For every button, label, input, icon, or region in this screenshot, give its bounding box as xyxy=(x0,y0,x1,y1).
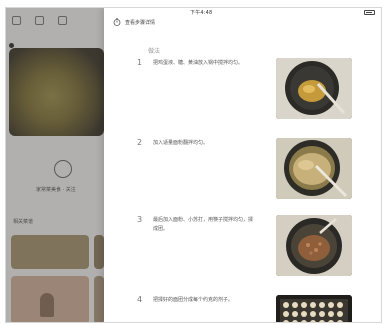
dim-overlay[interactable] xyxy=(6,8,104,322)
step-number: 3 xyxy=(137,215,143,224)
pot-photo-1 xyxy=(276,58,352,119)
timer-icon[interactable] xyxy=(113,18,121,26)
screen: 家常菜美食 · 关注 相关菜谱 查看步骤详情 做法 1 把鸡蛋液、糖、黄油放入锅… xyxy=(5,7,382,323)
step-number: 1 xyxy=(137,58,143,67)
step-number: 4 xyxy=(137,295,143,304)
battery-icon xyxy=(364,10,375,15)
dough-balls-photo xyxy=(276,295,352,322)
step-photo[interactable] xyxy=(276,58,352,119)
pot-photo-2 xyxy=(276,138,352,199)
step-text: 加入适量面粉翻拌均匀。 xyxy=(153,140,209,146)
pot-photo-3 xyxy=(276,215,352,276)
step-text: 把揉好的面团分成每个约克的剂子。 xyxy=(153,297,234,303)
step-photo[interactable] xyxy=(276,295,352,322)
steps-label: 做法 xyxy=(148,48,161,55)
step-text: 把鸡蛋液、糖、黄油放入锅中搅拌均匀。 xyxy=(153,60,244,66)
panel-header: 查看步骤详情 xyxy=(113,18,155,26)
step-photo[interactable] xyxy=(276,138,352,199)
step-detail-panel: 查看步骤详情 做法 1 把鸡蛋液、糖、黄油放入锅中搅拌均匀。 2 加入适量面粉翻… xyxy=(104,8,381,322)
step-text: 最后加入面粉、小苏打，用筷子搅拌均匀，揉成团。 xyxy=(153,217,254,232)
status-time: 下午4:48 xyxy=(190,10,213,16)
panel-title: 查看步骤详情 xyxy=(125,19,156,26)
step-number: 2 xyxy=(137,138,143,147)
step-photo[interactable] xyxy=(276,215,352,276)
